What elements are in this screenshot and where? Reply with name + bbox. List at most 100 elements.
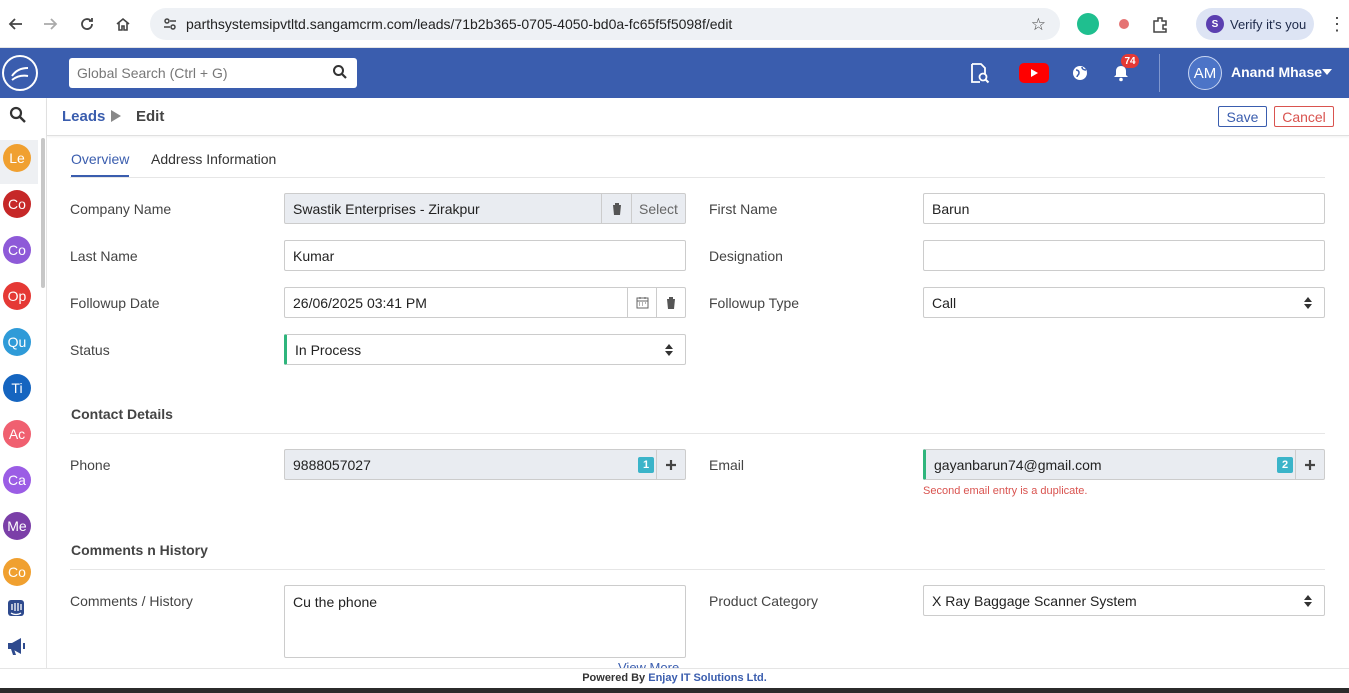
module-sidebar: Le Co Co Op Qu Ti Ac Ca Me Co (0, 98, 47, 668)
section-divider (70, 569, 1325, 570)
page-footer: Powered By Enjay IT Solutions Ltd. (0, 668, 1349, 688)
last-name-field[interactable]: Kumar (284, 240, 686, 271)
sidebar-item-2[interactable]: Co (3, 236, 31, 264)
profile-avatar: S (1206, 15, 1224, 33)
phone-count-badge: 1 (638, 457, 654, 473)
extensions-puzzle-icon[interactable] (1148, 12, 1172, 36)
first-name-value: Barun (932, 200, 970, 217)
sidebar-item-1[interactable]: Co (3, 190, 31, 218)
tab-overview[interactable]: Overview (71, 151, 130, 177)
add-email-plus-icon[interactable] (1295, 450, 1324, 479)
app-header: 74 AM Anand Mhase (0, 48, 1349, 98)
form-tabs: Overview Address Information (70, 136, 1325, 178)
product-category-label: Product Category (709, 593, 818, 609)
app-logo[interactable] (0, 48, 40, 98)
globe-icon[interactable] (1069, 62, 1091, 84)
tab-address-information[interactable]: Address Information (151, 151, 276, 167)
powered-by-text: Powered By (582, 672, 646, 684)
email-count-badge: 2 (1277, 457, 1293, 473)
save-button[interactable]: Save (1218, 106, 1267, 127)
forward-icon[interactable] (38, 12, 62, 36)
phone-value: 9888057027 (293, 456, 371, 473)
user-avatar[interactable]: AM (1188, 56, 1222, 90)
select-arrows-icon (1304, 297, 1312, 309)
notification-count-badge: 74 (1121, 54, 1139, 68)
document-search-icon[interactable] (968, 62, 990, 84)
cancel-button[interactable]: Cancel (1274, 106, 1334, 127)
phone-label: Phone (70, 457, 111, 473)
browser-menu-icon[interactable]: ⋮ (1328, 14, 1346, 35)
designation-label: Designation (709, 248, 783, 264)
verify-label: Verify it's you (1230, 16, 1307, 32)
calendar-icon[interactable] (627, 288, 656, 317)
status-value: In Process (295, 341, 362, 358)
last-name-label: Last Name (70, 248, 138, 264)
followup-type-select[interactable]: Call (923, 287, 1325, 318)
sidebar-item-4[interactable]: Qu (3, 328, 31, 356)
bookmark-star-icon[interactable]: ☆ (1031, 15, 1046, 35)
first-name-label: First Name (709, 201, 778, 217)
product-category-value: X Ray Baggage Scanner System (932, 592, 1137, 609)
sidebar-item-3[interactable]: Op (3, 282, 31, 310)
sidebar-announcement-icon[interactable] (6, 636, 28, 659)
sidebar-item-7[interactable]: Ca (3, 466, 31, 494)
add-phone-plus-icon[interactable] (656, 450, 685, 479)
select-arrows-icon (1304, 595, 1312, 607)
designation-field[interactable] (923, 240, 1325, 271)
email-field[interactable]: gayanbarun74@gmail.com 2 (923, 449, 1325, 480)
header-divider (1159, 54, 1160, 92)
followup-date-value: 26/06/2025 03:41 PM (293, 294, 427, 311)
sidebar-item-9[interactable]: Co (3, 558, 31, 586)
email-value: gayanbarun74@gmail.com (934, 456, 1102, 473)
followup-date-field[interactable]: 26/06/2025 03:41 PM (284, 287, 686, 318)
phone-field[interactable]: 9888057027 1 (284, 449, 686, 480)
first-name-field[interactable]: Barun (923, 193, 1325, 224)
extension-icon[interactable] (1113, 13, 1135, 35)
footer-company-link[interactable]: Enjay IT Solutions Ltd. (648, 672, 767, 684)
contact-details-heading: Contact Details (71, 406, 173, 422)
sidebar-item-5[interactable]: Ti (3, 374, 31, 402)
followup-type-label: Followup Type (709, 295, 800, 311)
address-bar[interactable]: parthsystemsipvtltd.sangamcrm.com/leads/… (150, 8, 1060, 40)
sidebar-item-6[interactable]: Ac (3, 420, 31, 448)
followup-type-value: Call (932, 294, 957, 311)
youtube-icon[interactable] (1019, 63, 1049, 83)
section-divider (70, 433, 1325, 434)
user-name[interactable]: Anand Mhase (1231, 64, 1322, 80)
back-icon[interactable] (4, 12, 28, 36)
status-select[interactable]: In Process (284, 334, 686, 365)
reload-icon[interactable] (75, 12, 99, 36)
clear-date-trash-icon[interactable] (656, 288, 685, 317)
clear-company-trash-icon[interactable] (601, 194, 631, 223)
verify-profile-button[interactable]: S Verify it's you (1196, 8, 1314, 40)
breadcrumb-arrow-icon (111, 110, 121, 122)
email-duplicate-error: Second email entry is a duplicate. (923, 485, 1088, 497)
grammarly-extension-icon[interactable] (1077, 13, 1099, 35)
product-category-select[interactable]: X Ray Baggage Scanner System (923, 585, 1325, 616)
breadcrumb-current: Edit (136, 108, 165, 125)
os-taskbar (0, 688, 1349, 693)
breadcrumb: Leads Edit Save Cancel (47, 98, 1349, 136)
lead-edit-form: Overview Address Information Company Nam… (47, 136, 1349, 668)
select-arrows-icon (665, 344, 673, 356)
home-icon[interactable] (111, 12, 135, 36)
sidebar-item-0[interactable]: Le (3, 144, 31, 172)
url-text: parthsystemsipvtltd.sangamcrm.com/leads/… (186, 16, 733, 32)
company-name-field[interactable]: Swastik Enterprises - Zirakpur Select (284, 193, 686, 224)
user-menu-caret-icon[interactable] (1322, 69, 1332, 75)
breadcrumb-leads-link[interactable]: Leads (62, 108, 105, 125)
last-name-value: Kumar (293, 247, 335, 264)
sidebar-search-icon[interactable] (9, 106, 27, 127)
status-label: Status (70, 342, 110, 358)
global-search-input[interactable] (69, 58, 357, 88)
company-name-value: Swastik Enterprises - Zirakpur (293, 200, 480, 217)
sidebar-item-8[interactable]: Me (3, 512, 31, 540)
browser-toolbar: parthsystemsipvtltd.sangamcrm.com/leads/… (0, 0, 1349, 48)
comments-history-textarea[interactable]: Cu the phone (284, 585, 686, 658)
sidebar-intercom-icon[interactable] (6, 598, 26, 621)
sidebar-scrollbar[interactable] (41, 138, 45, 288)
search-icon[interactable] (332, 64, 348, 83)
site-settings-icon[interactable] (162, 16, 178, 35)
view-more-link[interactable]: View More (618, 660, 679, 668)
select-company-button[interactable]: Select (631, 194, 685, 223)
